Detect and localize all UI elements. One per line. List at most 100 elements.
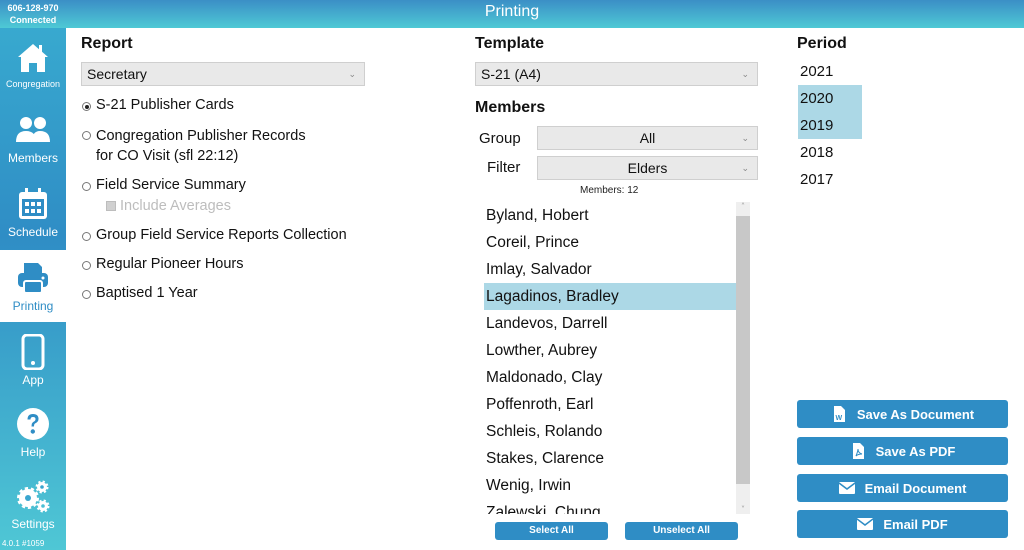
main-panel: Report Secretary ⌄ S-21 Publisher Cards … <box>66 28 1024 550</box>
member-list-item[interactable]: Coreil, Prince <box>484 229 736 256</box>
member-list-item[interactable]: Lagadinos, Bradley <box>484 283 736 310</box>
members-scrollbar[interactable]: ˄ ˅ <box>736 202 750 514</box>
sidebar-item-settings[interactable]: Settings <box>0 468 66 540</box>
save-as-document-button[interactable]: W Save As Document <box>797 400 1008 428</box>
include-averages-checkbox[interactable]: Include Averages <box>106 198 231 214</box>
report-option-label: Congregation Publisher Records for CO Vi… <box>96 126 306 166</box>
scroll-up-icon[interactable]: ˄ <box>736 202 750 211</box>
report-option-label: Group Field Service Reports Collection <box>96 227 347 243</box>
sidebar: Congregation Members Schedule Printing A… <box>0 28 66 550</box>
chevron-down-icon: ⌄ <box>741 163 749 173</box>
report-option-s21[interactable]: S-21 Publisher Cards <box>82 97 234 113</box>
sidebar-item-label: Congregation <box>5 78 61 89</box>
scrollbar-thumb[interactable] <box>736 216 750 484</box>
report-select[interactable]: Secretary ⌄ <box>81 62 365 86</box>
save-as-pdf-button[interactable]: Save As PDF <box>797 437 1008 465</box>
sidebar-item-congregation[interactable]: Congregation <box>0 28 66 100</box>
button-label: Save As Document <box>856 406 975 422</box>
chevron-down-icon: ⌄ <box>348 69 356 79</box>
checkbox[interactable] <box>106 201 116 211</box>
chevron-down-icon: ⌄ <box>741 69 749 79</box>
radio-button[interactable] <box>82 182 91 191</box>
version-label: 4.0.1 #1059 <box>2 539 45 548</box>
sidebar-item-printing[interactable]: Printing <box>0 250 66 322</box>
printer-icon <box>18 262 48 294</box>
template-select[interactable]: S-21 (A4) ⌄ <box>475 62 758 86</box>
group-select-value: All <box>639 130 656 146</box>
filter-select-value: Elders <box>627 160 668 176</box>
members-count: Members: 12 <box>580 185 639 196</box>
sidebar-item-app[interactable]: App <box>0 324 66 396</box>
button-label: Email PDF <box>883 516 948 532</box>
member-list-item[interactable]: Imlay, Salvador <box>484 256 736 283</box>
filter-label: Filter <box>487 159 521 176</box>
report-option-field-service-summary[interactable]: Field Service Summary <box>82 177 246 193</box>
member-list-item[interactable]: Stakes, Clarence <box>484 445 736 472</box>
period-year-item[interactable]: 2020 <box>798 85 862 112</box>
member-list-item[interactable]: Lowther, Aubrey <box>484 337 736 364</box>
report-option-congregation-records[interactable]: Congregation Publisher Records for CO Vi… <box>82 126 306 166</box>
report-option-regular-pioneer-hours[interactable]: Regular Pioneer Hours <box>82 256 244 272</box>
period-year-item[interactable]: 2018 <box>798 139 862 166</box>
users-icon <box>16 116 50 142</box>
radio-button[interactable] <box>82 261 91 270</box>
help-icon <box>17 407 49 440</box>
email-document-button[interactable]: Email Document <box>797 474 1008 502</box>
template-heading: Template <box>475 35 545 52</box>
group-select[interactable]: All ⌄ <box>537 126 758 150</box>
radio-button[interactable] <box>82 131 91 140</box>
report-option-label: Regular Pioneer Hours <box>96 256 244 272</box>
select-all-button[interactable]: Select All <box>495 522 608 540</box>
include-averages-label: Include Averages <box>120 198 231 214</box>
sidebar-item-label: Members <box>7 150 58 165</box>
svg-text:W: W <box>835 415 842 422</box>
member-list-item[interactable]: Maldonado, Clay <box>484 364 736 391</box>
home-icon <box>18 43 48 72</box>
radio-button[interactable] <box>82 290 91 299</box>
chevron-down-icon: ⌄ <box>741 133 749 143</box>
sidebar-item-label: Printing <box>12 298 54 313</box>
member-list-item[interactable]: Poffenroth, Earl <box>484 391 736 418</box>
report-option-label: Baptised 1 Year <box>96 285 198 301</box>
member-list-item[interactable]: Schleis, Rolando <box>484 418 736 445</box>
report-option-label: S-21 Publisher Cards <box>96 97 234 113</box>
pdf-icon <box>852 443 864 459</box>
sidebar-item-help[interactable]: Help <box>0 396 66 468</box>
calendar-icon <box>19 187 47 219</box>
phone-icon <box>21 333 45 370</box>
email-pdf-button[interactable]: Email PDF <box>797 510 1008 538</box>
template-select-value: S-21 (A4) <box>481 66 541 82</box>
word-document-icon: W <box>833 406 845 422</box>
period-year-item[interactable]: 2017 <box>798 166 862 193</box>
member-list-item[interactable]: Zalewski, Chung <box>484 499 736 514</box>
scroll-down-icon[interactable]: ˅ <box>736 505 750 514</box>
members-heading: Members <box>475 99 546 116</box>
unselect-all-button[interactable]: Unselect All <box>625 522 738 540</box>
members-list[interactable]: Byland, Hobert Coreil, Prince Imlay, Salva… <box>484 202 758 514</box>
report-option-label-line2: for CO Visit (sfl 22:12) <box>96 148 239 164</box>
report-option-label: Field Service Summary <box>96 177 246 193</box>
report-option-baptised-1-year[interactable]: Baptised 1 Year <box>82 285 198 301</box>
button-label: Email Document <box>864 480 967 496</box>
title-bar: 606-128-970 Connected Printing <box>0 0 1024 28</box>
period-year-item[interactable]: 2021 <box>798 58 862 85</box>
gears-icon <box>17 480 50 512</box>
envelope-icon <box>838 482 855 494</box>
period-heading: Period <box>797 35 847 52</box>
sidebar-item-label: Help <box>20 444 46 459</box>
member-list-item[interactable]: Landevos, Darrell <box>484 310 736 337</box>
member-list-item[interactable]: Byland, Hobert <box>484 202 736 229</box>
report-option-group-field-service[interactable]: Group Field Service Reports Collection <box>82 227 347 243</box>
member-list-item[interactable]: Wenig, Irwin <box>484 472 736 499</box>
sidebar-item-schedule[interactable]: Schedule <box>0 176 66 248</box>
page-title: Printing <box>484 3 540 20</box>
envelope-icon <box>857 518 874 530</box>
radio-button[interactable] <box>82 232 91 241</box>
period-year-item[interactable]: 2019 <box>798 112 862 139</box>
report-select-value: Secretary <box>87 66 147 82</box>
filter-select[interactable]: Elders ⌄ <box>537 156 758 180</box>
sidebar-item-members[interactable]: Members <box>0 102 66 174</box>
report-option-label-line1: Congregation Publisher Records <box>96 128 306 144</box>
sidebar-item-label: App <box>22 372 44 387</box>
radio-button[interactable] <box>82 102 91 111</box>
